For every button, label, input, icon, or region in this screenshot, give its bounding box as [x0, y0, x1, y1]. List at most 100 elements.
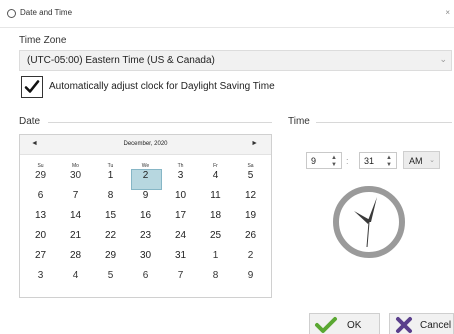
calendar-day[interactable]: 29 — [23, 168, 58, 188]
calendar-day[interactable]: 9 — [233, 268, 268, 288]
calendar-day[interactable]: 25 — [198, 228, 233, 248]
cancel-x-icon — [396, 317, 412, 333]
spin-down-icon[interactable]: ▼ — [331, 162, 337, 168]
dst-label: Automatically adjust clock for Daylight … — [49, 81, 275, 92]
calendar-day-number: 11 — [210, 190, 221, 201]
calendar-day-number: 8 — [107, 190, 114, 201]
calendar-day[interactable]: 30 — [128, 248, 163, 268]
calendar-day[interactable]: 26 — [233, 228, 268, 248]
calendar-day[interactable]: 22 — [93, 228, 128, 248]
calendar-day-number: 15 — [104, 210, 117, 221]
calendar-day[interactable]: 11 — [198, 188, 233, 208]
dst-checkbox[interactable] — [21, 76, 43, 98]
calendar: ◄ December, 2020 ► Su Mo Tu We Th Fr Sa 29 30 1 2… — [19, 134, 272, 298]
calendar-day-number: 13 — [34, 210, 47, 221]
calendar-day-number: 5 — [107, 270, 114, 281]
ok-label: OK — [347, 320, 362, 331]
calendar-day[interactable]: 16 — [128, 208, 163, 228]
calendar-day[interactable]: 15 — [93, 208, 128, 228]
calendar-day-number: 21 — [69, 230, 82, 241]
window-title: Date and Time — [20, 8, 73, 17]
calendar-day-number: 7 — [72, 190, 79, 201]
calendar-day[interactable]: 28 — [58, 248, 93, 268]
cancel-button[interactable]: Cancel — [389, 313, 454, 334]
calendar-day[interactable]: 3 — [23, 268, 58, 288]
calendar-day-number: 1 — [107, 170, 114, 181]
calendar-day[interactable]: 24 — [163, 228, 198, 248]
calendar-day-number: 3 — [37, 270, 44, 281]
date-section-label: Date — [19, 116, 41, 127]
calendar-day[interactable]: 27 — [23, 248, 58, 268]
calendar-day[interactable]: 5 — [93, 268, 128, 288]
calendar-day-number: 9 — [247, 270, 254, 281]
calendar-day[interactable]: 8 — [198, 268, 233, 288]
spin-down-icon[interactable]: ▼ — [386, 162, 392, 168]
next-month-icon[interactable]: ► — [251, 140, 258, 147]
calendar-day-number: 31 — [174, 250, 187, 261]
calendar-day[interactable]: 14 — [58, 208, 93, 228]
cancel-label: Cancel — [420, 320, 452, 331]
calendar-day[interactable]: 18 — [198, 208, 233, 228]
calendar-day-number: 27 — [34, 250, 47, 261]
calendar-day-number: 4 — [72, 270, 79, 281]
spin-up-icon[interactable]: ▲ — [386, 155, 392, 161]
timezone-dropdown[interactable]: (UTC-05:00) Eastern Time (US & Canada) ⌄ — [19, 50, 452, 71]
calendar-day-number: 23 — [139, 230, 152, 241]
calendar-day-number: 9 — [142, 190, 149, 201]
minute-value: 31 — [364, 156, 375, 166]
calendar-day[interactable]: 5 — [233, 168, 268, 188]
calendar-day[interactable]: 29 — [93, 248, 128, 268]
spin-up-icon[interactable]: ▲ — [331, 155, 337, 161]
calendar-month-year[interactable]: December, 2020 — [20, 141, 271, 147]
calendar-day-number: 14 — [69, 210, 82, 221]
calendar-day[interactable]: 7 — [58, 188, 93, 208]
calendar-day[interactable]: 4 — [198, 168, 233, 188]
calendar-day-number: 29 — [34, 170, 47, 181]
calendar-day[interactable]: 2 — [128, 168, 163, 190]
time-group-divider — [316, 122, 452, 123]
close-icon[interactable]: × — [445, 8, 450, 17]
calendar-day[interactable]: 20 — [23, 228, 58, 248]
calendar-day-number: 26 — [244, 230, 257, 241]
calendar-day[interactable]: 2 — [233, 248, 268, 268]
calendar-day[interactable]: 12 — [233, 188, 268, 208]
calendar-day[interactable]: 21 — [58, 228, 93, 248]
calendar-day-number: 5 — [247, 170, 254, 181]
calendar-day[interactable]: 6 — [23, 188, 58, 208]
calendar-day[interactable]: 17 — [163, 208, 198, 228]
calendar-day[interactable]: 10 — [163, 188, 198, 208]
calendar-day-number: 6 — [142, 270, 149, 281]
calendar-day[interactable]: 23 — [128, 228, 163, 248]
calendar-day[interactable]: 3 — [163, 168, 198, 188]
calendar-day[interactable]: 9 — [128, 188, 163, 208]
calendar-day[interactable]: 8 — [93, 188, 128, 208]
time-section-label: Time — [288, 116, 310, 127]
calendar-day-number: 7 — [177, 270, 184, 281]
calendar-day[interactable]: 31 — [163, 248, 198, 268]
hour-spinner[interactable]: 9 ▲ ▼ — [306, 152, 342, 169]
checkmark-icon — [315, 317, 337, 333]
calendar-day-number: 30 — [139, 250, 152, 261]
calendar-day[interactable]: 30 — [58, 168, 93, 188]
calendar-day[interactable]: 19 — [233, 208, 268, 228]
clock-icon — [7, 9, 16, 18]
calendar-day[interactable]: 1 — [93, 168, 128, 188]
calendar-day-number: 18 — [209, 210, 222, 221]
ok-button[interactable]: OK — [309, 313, 380, 334]
hour-value: 9 — [311, 156, 317, 166]
calendar-day[interactable]: 1 — [198, 248, 233, 268]
calendar-day-number: 10 — [174, 190, 187, 201]
calendar-day-number: 12 — [244, 190, 257, 201]
calendar-day-number: 3 — [177, 170, 184, 181]
calendar-day-number: 8 — [212, 270, 219, 281]
ampm-dropdown[interactable]: AM ⌄ — [403, 151, 440, 169]
calendar-days-grid: 29 30 1 2 3 4 5 6 7 8 9 10 11 12 13 14 15 16 17 18 19 20 21 22 2… — [23, 168, 268, 288]
timezone-value: (UTC-05:00) Eastern Time (US & Canada) — [27, 55, 215, 66]
calendar-day[interactable]: 4 — [58, 268, 93, 288]
calendar-day-number: 24 — [174, 230, 187, 241]
calendar-day[interactable]: 13 — [23, 208, 58, 228]
minute-spinner[interactable]: 31 ▲ ▼ — [359, 152, 397, 169]
calendar-day[interactable]: 7 — [163, 268, 198, 288]
calendar-header: ◄ December, 2020 ► — [20, 135, 271, 155]
calendar-day[interactable]: 6 — [128, 268, 163, 288]
